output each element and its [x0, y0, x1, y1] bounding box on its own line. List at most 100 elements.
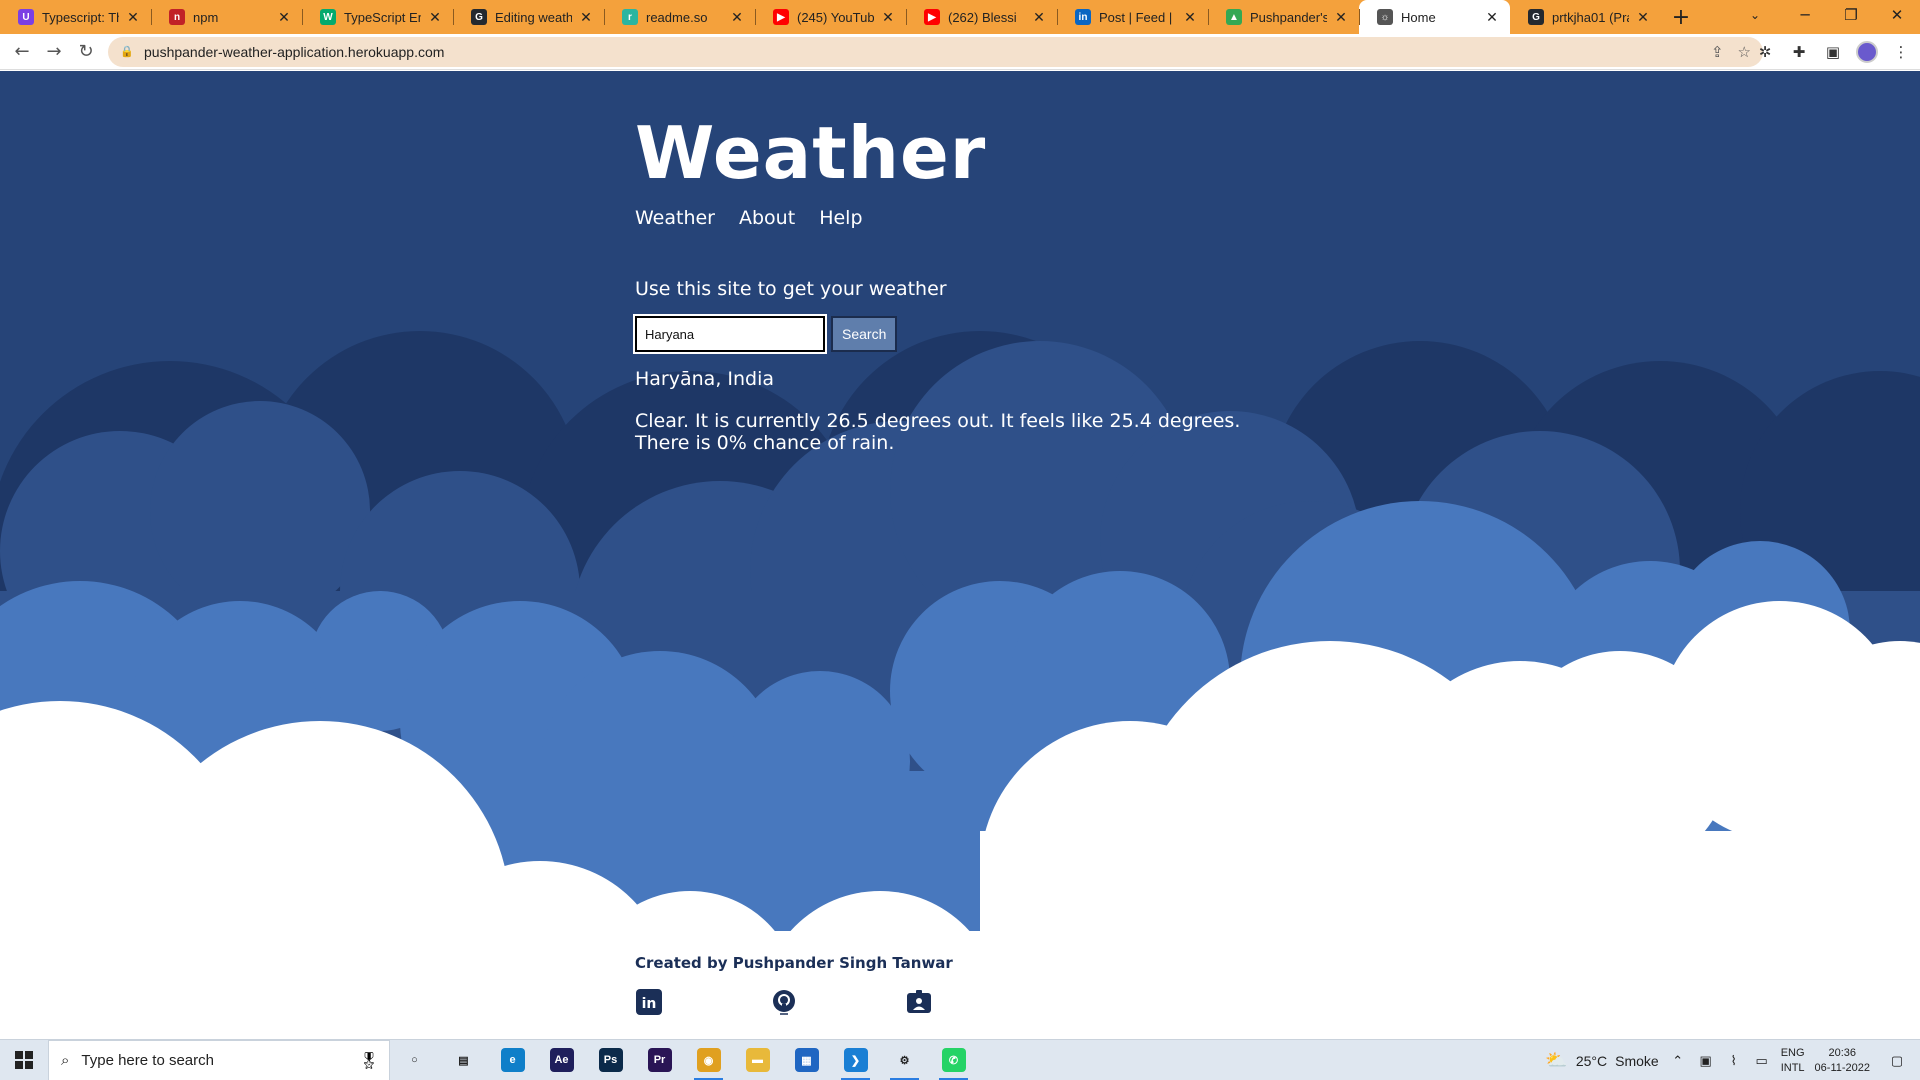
browser-tab[interactable]: r readme.so ✕ — [604, 0, 755, 34]
lang-code: ENG — [1780, 1046, 1805, 1059]
footer-credit: Created by Pushpander Singh Tanwar — [635, 954, 953, 972]
forward-icon[interactable]: → — [38, 36, 70, 68]
site-nav: Weather About Help — [635, 207, 863, 229]
bookmark-star-icon[interactable]: ☆ — [1738, 43, 1751, 61]
browser-tab[interactable]: ☼ Home ✕ — [1359, 0, 1510, 34]
windows-start-icon[interactable] — [0, 1040, 48, 1080]
input-language[interactable]: ENG INTL — [1781, 1046, 1805, 1076]
photoshop-taskbar-icon[interactable]: Ps — [586, 1040, 635, 1080]
nav-link-about[interactable]: About — [739, 207, 795, 229]
close-window-icon[interactable]: ✕ — [1874, 0, 1920, 30]
share-icon[interactable]: ⇪ — [1711, 43, 1724, 61]
taskbar-search-box[interactable]: ⌕ Type here to search 🎖 — [48, 1039, 390, 1080]
browser-tab[interactable]: Gprtkjha01 (Prate ✕ — [1510, 0, 1661, 34]
chrome-icon: ◉ — [696, 1048, 721, 1072]
after-effects-taskbar-icon[interactable]: Ae — [537, 1040, 586, 1080]
edge-taskbar-icon[interactable]: e — [488, 1040, 537, 1080]
social-links: in — [635, 988, 935, 1018]
tab-search-icon[interactable]: ⌄ — [1740, 4, 1770, 26]
tab-close-icon[interactable]: ✕ — [125, 9, 141, 26]
tab-close-icon[interactable]: ✕ — [1333, 9, 1349, 26]
chevron-up-icon[interactable]: ⌃ — [1669, 1053, 1687, 1069]
linkedin-icon[interactable]: in — [635, 988, 663, 1016]
tab-favicon-icon: in — [1075, 9, 1091, 25]
tab-close-icon[interactable]: ✕ — [1484, 9, 1500, 26]
clock[interactable]: 20:36 06-11-2022 — [1815, 1046, 1870, 1076]
back-icon[interactable]: ← — [6, 36, 38, 68]
browser-tab[interactable]: in Post | Feed | Lin ✕ — [1057, 0, 1208, 34]
reload-icon[interactable]: ↻ — [70, 36, 102, 68]
tab-close-icon[interactable]: ✕ — [578, 9, 594, 26]
settings-icon: ⚙ — [899, 1054, 910, 1067]
weather-sun-cloud-icon: ⛅ — [1545, 1050, 1568, 1070]
chrome-taskbar-icon[interactable]: ◉ — [684, 1040, 733, 1080]
tab-favicon-icon: ☼ — [1377, 9, 1393, 25]
tab-title: Pushpander's R — [1250, 9, 1327, 25]
side-panel-icon[interactable]: ▣ — [1822, 41, 1844, 63]
tab-close-icon[interactable]: ✕ — [729, 9, 745, 26]
settings-taskbar-icon[interactable]: ⚙ — [880, 1040, 929, 1080]
search-highlight-icon[interactable]: 🎖 — [359, 1051, 379, 1070]
meet-now-icon[interactable]: ▣ — [1697, 1053, 1715, 1069]
tab-favicon-icon: ▲ — [1226, 9, 1242, 25]
extensions-puzzle-icon[interactable]: ✚ — [1788, 41, 1810, 63]
profile-avatar[interactable] — [1856, 41, 1878, 63]
browser-tab[interactable]: n npm ✕ — [151, 0, 302, 34]
github-icon[interactable] — [770, 988, 798, 1016]
nav-link-help[interactable]: Help — [819, 207, 862, 229]
restore-icon[interactable]: ❐ — [1828, 0, 1874, 30]
cortana-taskbar-icon[interactable]: ○ — [390, 1040, 439, 1080]
notification-icon[interactable]: ▢ — [1888, 1053, 1906, 1069]
tab-title: Post | Feed | Lin — [1099, 9, 1176, 25]
tab-close-icon[interactable]: ✕ — [1031, 9, 1047, 26]
location-input[interactable] — [633, 314, 827, 354]
new-tab-button[interactable]: + — [1661, 0, 1701, 34]
network-icon[interactable]: ⌇ — [1725, 1053, 1743, 1069]
vscode-taskbar-icon[interactable]: ❯ — [831, 1040, 880, 1080]
whatsapp-taskbar-icon[interactable]: ✆ — [929, 1040, 978, 1080]
toolbar-actions: ✲ ✚ ▣ ⋮ — [1754, 36, 1912, 68]
tab-close-icon[interactable]: ✕ — [1182, 9, 1198, 26]
url-text[interactable]: pushpander-weather-application.herokuapp… — [144, 44, 444, 60]
tab-close-icon[interactable]: ✕ — [427, 9, 443, 26]
extension-bug-icon[interactable]: ✲ — [1754, 41, 1776, 63]
clock-date: 06-11-2022 — [1814, 1061, 1870, 1074]
file-explorer-taskbar-icon[interactable]: ▬ — [733, 1040, 782, 1080]
browser-tab[interactable]: G Editing weather ✕ — [453, 0, 604, 34]
tab-favicon-icon: n — [169, 9, 185, 25]
minimize-icon[interactable]: ─ — [1782, 0, 1828, 30]
battery-icon[interactable]: ▭ — [1753, 1053, 1771, 1069]
tab-list: UTypescript: The✕nnpm✕WTypeScript Enum✕G… — [0, 0, 1661, 34]
menu-kebab-icon[interactable]: ⋮ — [1890, 41, 1912, 63]
edge-icon: e — [500, 1048, 525, 1072]
address-bar[interactable]: 🔒 pushpander-weather-application.herokua… — [108, 37, 1763, 67]
footer: Created by Pushpander Singh Tanwar in — [635, 954, 953, 1018]
task-view-taskbar-icon[interactable]: ▤ — [439, 1040, 488, 1080]
tab-favicon-icon: ▶ — [924, 9, 940, 25]
clock-time: 20:36 — [1828, 1046, 1857, 1059]
tab-close-icon[interactable]: ✕ — [1635, 9, 1651, 26]
system-tray: ⛅ 25°C Smoke ⌃ ▣ ⌇ ▭ ENG INTL 20:36 06-1… — [1545, 1040, 1920, 1080]
tab-close-icon[interactable]: ✕ — [276, 9, 292, 26]
nav-link-weather[interactable]: Weather — [635, 207, 715, 229]
tray-weather[interactable]: ⛅ 25°C Smoke — [1545, 1050, 1658, 1071]
browser-tab[interactable]: ▶ (245) YouTube ✕ — [755, 0, 906, 34]
browser-tab[interactable]: ▲ Pushpander's R ✕ — [1208, 0, 1359, 34]
svg-text:in: in — [642, 996, 657, 1012]
cloud-background — [0, 331, 1920, 1039]
intro-text: Use this site to get your weather — [635, 278, 947, 300]
tab-title: TypeScript Enum — [344, 9, 421, 25]
lock-icon[interactable]: 🔒 — [120, 45, 134, 59]
premiere-taskbar-icon[interactable]: Pr — [635, 1040, 684, 1080]
tab-title: (245) YouTube — [797, 9, 874, 25]
location-search-form: Search — [633, 314, 898, 354]
contact-card-icon[interactable] — [905, 988, 933, 1016]
tab-close-icon[interactable]: ✕ — [880, 9, 896, 26]
store-taskbar-icon[interactable]: ▦ — [782, 1040, 831, 1080]
search-button[interactable]: Search — [831, 316, 898, 352]
browser-tab[interactable]: W TypeScript Enum ✕ — [302, 0, 453, 34]
browser-tab[interactable]: U Typescript: The ✕ — [0, 0, 151, 34]
after-effects-icon: Ae — [549, 1048, 574, 1072]
tab-title: npm — [193, 9, 219, 25]
browser-tab[interactable]: ▶ (262) Blessi ✕ — [906, 0, 1057, 34]
